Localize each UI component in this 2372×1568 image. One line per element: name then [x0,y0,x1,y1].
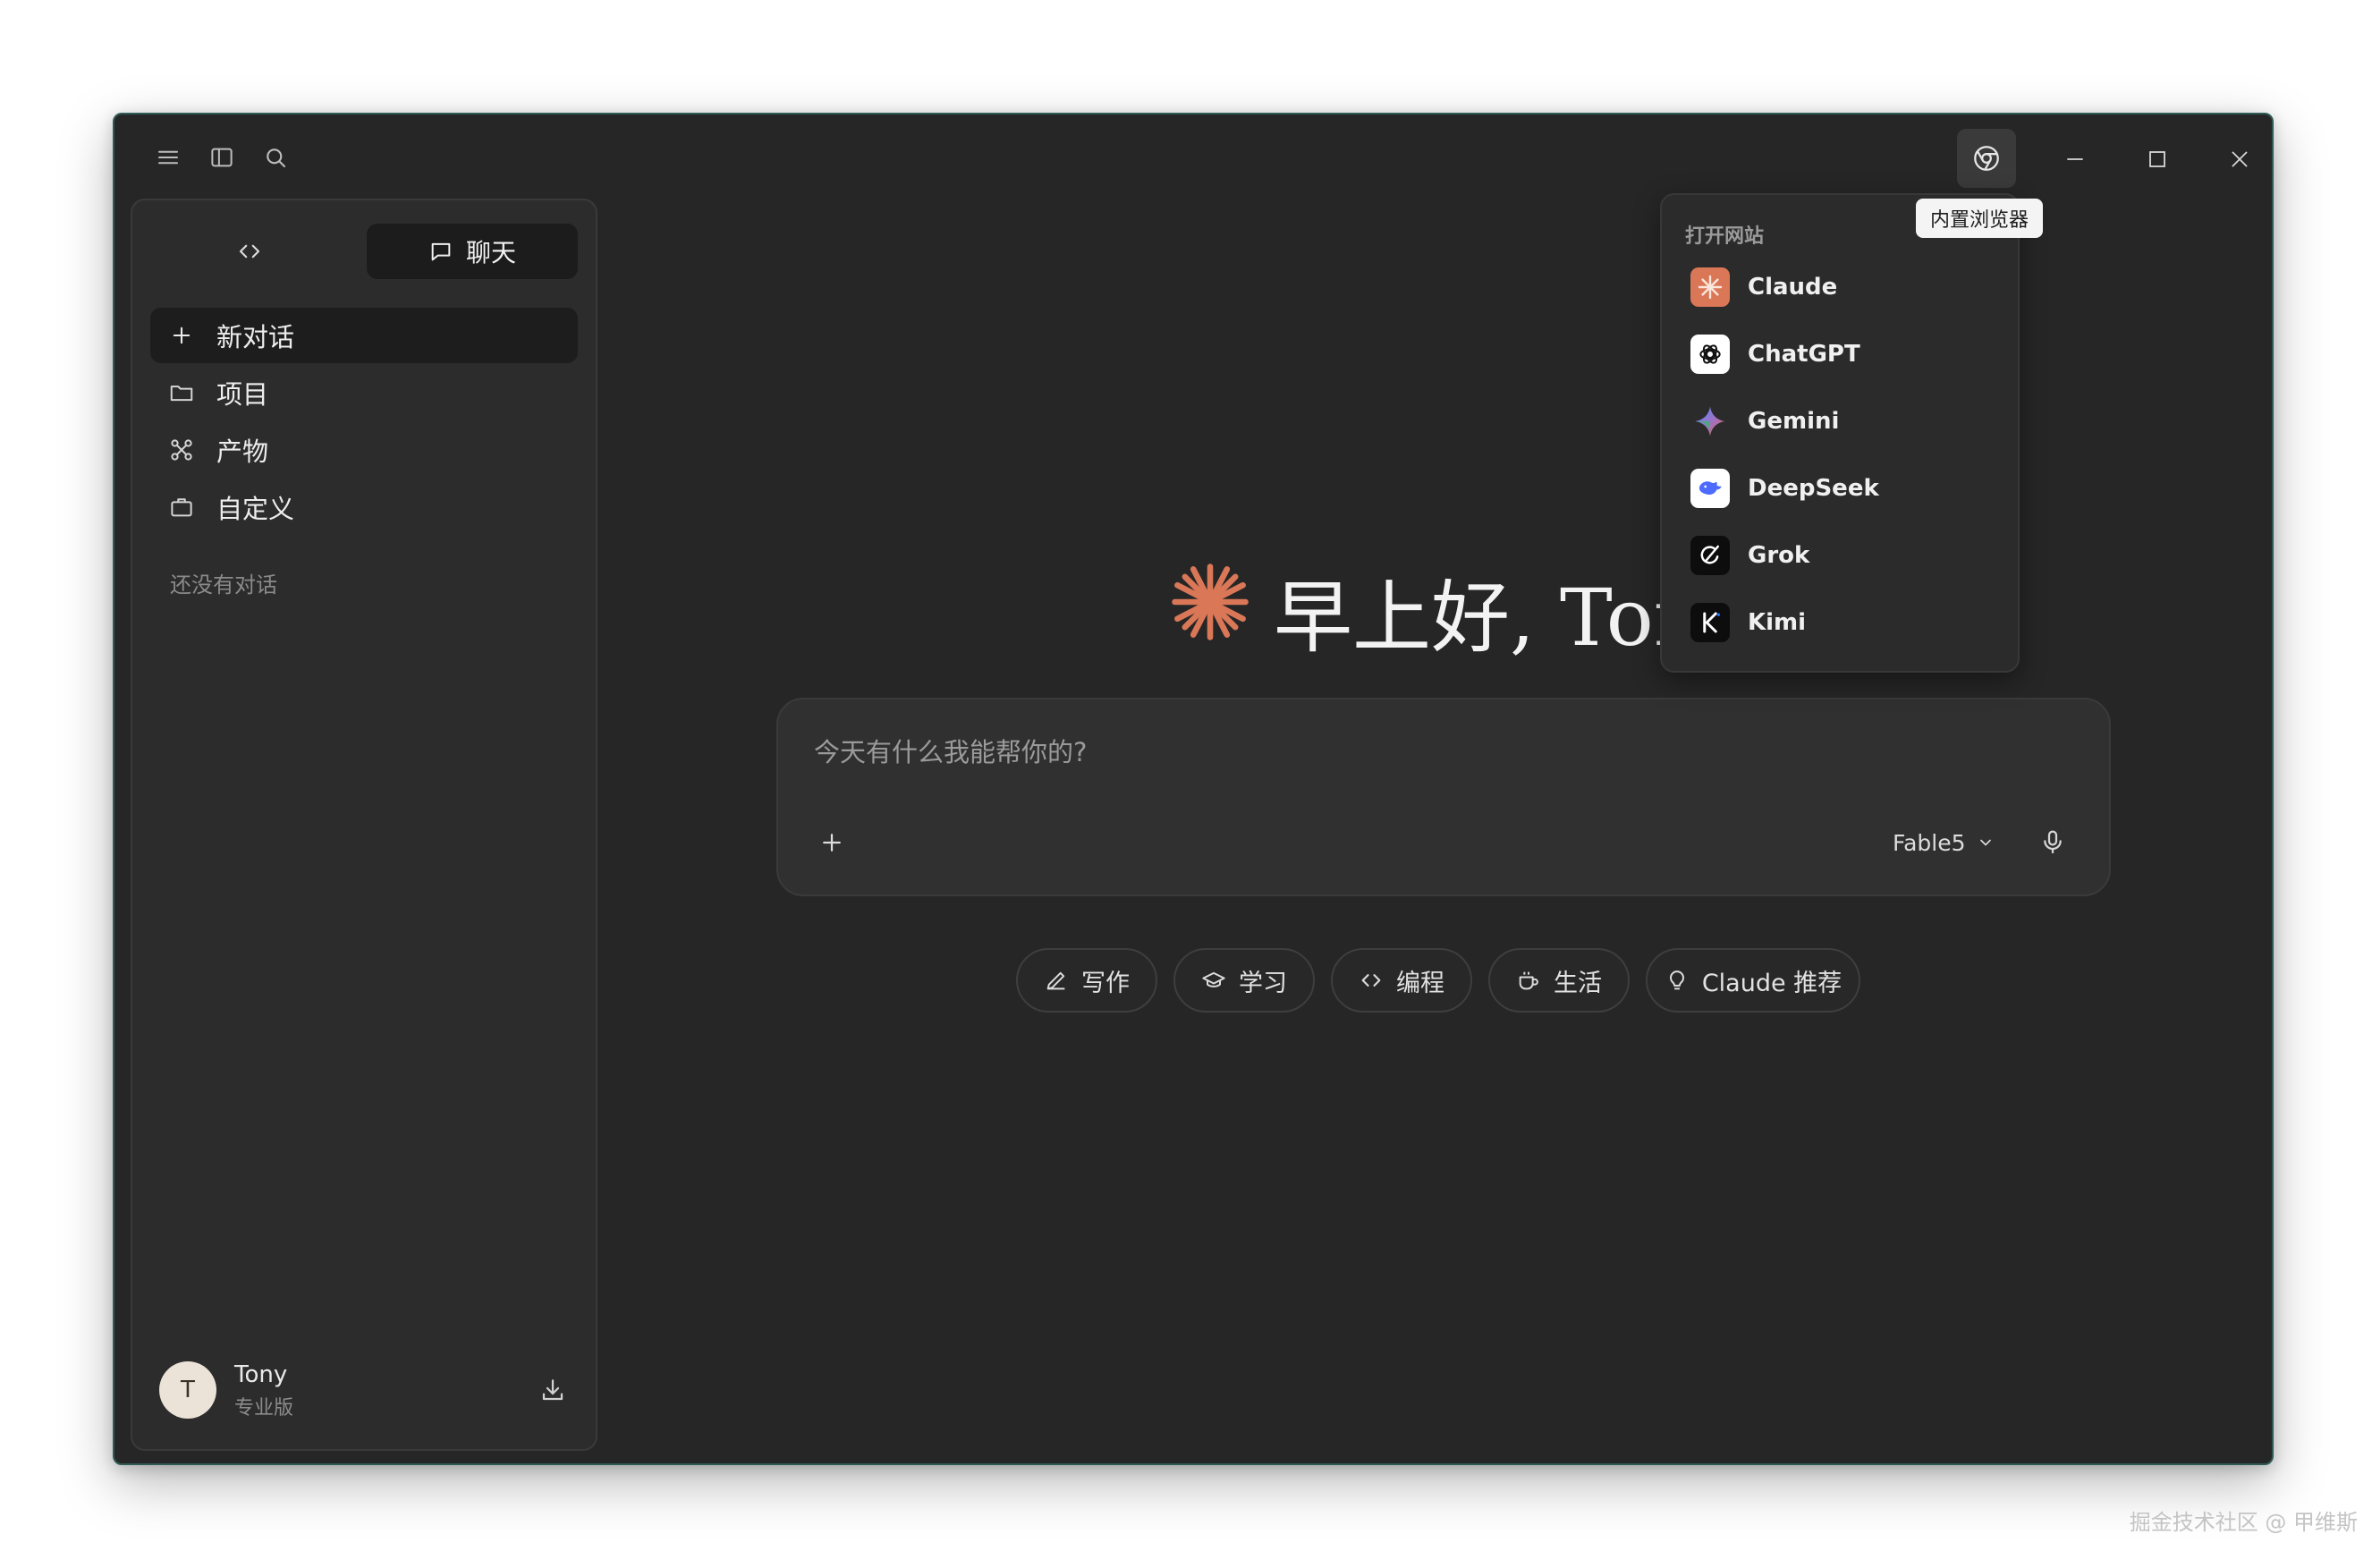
code-icon [239,244,260,259]
user-name: Tony [234,1361,288,1388]
avatar: T [159,1361,216,1419]
menu-item-label: Claude [1748,274,1838,301]
chip-label: 编程 [1396,969,1444,997]
minimize-button[interactable] [2037,132,2113,186]
model-selector[interactable]: Fable5 [1893,825,1995,860]
chip-label: 生活 [1554,969,1602,997]
command-icon [166,435,197,465]
sidebar-item-label: 产物 [216,436,269,467]
sidebar-item-label: 项目 [216,379,269,410]
user-profile[interactable]: T Tony 专业版 [159,1360,571,1422]
lightbulb-icon [1669,970,1684,990]
watermark: 掘金技术社区 @ 甲维斯 [2129,1510,2358,1535]
pen-icon [1046,971,1065,990]
claude-spark-icon [1168,560,1252,644]
chip-coding[interactable]: 编程 [1331,948,1472,1013]
download-icon[interactable] [535,1372,571,1408]
sidebar-item-artifacts[interactable]: 产物 [150,422,578,478]
menu-item-label: ChatGPT [1748,341,1860,368]
menu-icon[interactable] [141,131,195,184]
deepseek-logo-icon [1690,469,1730,508]
folder-icon [166,377,197,408]
attach-button[interactable] [814,825,850,860]
maximize-button[interactable] [2120,132,2195,186]
user-plan: 专业版 [234,1397,294,1420]
menu-item-grok[interactable]: Grok [1678,526,2005,585]
chip-label: Claude 推荐 [1701,969,1843,997]
composer: Fable5 [776,698,2111,896]
menu-title: 打开网站 [1685,225,1765,248]
tab-chat[interactable]: 聊天 [367,224,578,279]
close-button[interactable] [2202,132,2272,186]
message-input[interactable] [814,737,1977,767]
open-website-menu: 打开网站 Claude ChatGPT Gemini DeepSeek Grok… [1660,193,2020,673]
menu-item-chatgpt[interactable]: ChatGPT [1678,325,2005,384]
browser-icon [1974,146,1999,171]
menu-item-gemini[interactable]: Gemini [1678,392,2005,451]
chip-life[interactable]: 生活 [1488,948,1630,1013]
menu-item-label: Kimi [1748,609,1807,636]
menu-item-label: DeepSeek [1748,475,1879,502]
sidebar-item-new-chat[interactable]: 新对话 [150,308,578,363]
sidebar-item-customize[interactable]: 自定义 [150,479,578,535]
mode-switch: 聊天 [150,224,578,279]
sidebar-item-projects[interactable]: 项目 [150,365,578,420]
graduation-cap-icon [1202,971,1225,987]
menu-item-label: Gemini [1748,408,1840,435]
menu-item-kimi[interactable]: Kimi [1678,593,2005,652]
chip-learning[interactable]: 学习 [1173,948,1315,1013]
app-window: 聊天 新对话 项目 产物 自定义 还没有对话 T Tony 专业版 早上好, T… [113,113,2274,1465]
chatgpt-logo-icon [1690,335,1730,374]
kimi-logo-icon [1690,603,1730,642]
sidebar-item-label: 自定义 [216,494,295,524]
sidebar-toggle-icon[interactable] [195,131,249,184]
claude-logo-icon [1690,267,1730,307]
menu-item-deepseek[interactable]: DeepSeek [1678,459,2005,518]
model-name: Fable5 [1893,829,1966,856]
tab-chat-label: 聊天 [465,238,516,267]
code-icon [1361,974,1381,987]
browser-tooltip: 内置浏览器 [1916,199,2044,238]
chip-writing[interactable]: 写作 [1016,948,1157,1013]
maximize-icon [2149,151,2165,167]
chip-label: 写作 [1081,969,1130,997]
coffee-icon [1519,971,1538,990]
sidebar-item-label: 新对话 [216,322,295,352]
gemini-logo-icon [1690,402,1730,441]
builtin-browser-button[interactable] [1957,129,2016,188]
sidebar: 聊天 新对话 项目 产物 自定义 还没有对话 T Tony 专业版 [131,199,597,1451]
microphone-icon [2044,830,2062,854]
chip-label: 学习 [1239,969,1287,997]
plus-icon [823,834,841,852]
chip-claude-recommend[interactable]: Claude 推荐 [1646,948,1860,1013]
tab-code[interactable] [150,224,361,279]
briefcase-icon [166,492,197,522]
grok-logo-icon [1690,536,1730,575]
menu-item-label: Grok [1748,542,1810,569]
microphone-button[interactable] [2032,821,2073,862]
plus-icon [166,320,197,351]
chevron-down-icon [1979,839,1991,846]
empty-conversations-hint: 还没有对话 [170,572,277,598]
search-icon[interactable] [249,131,302,184]
menu-item-claude[interactable]: Claude [1678,258,2005,317]
chat-bubble-icon [431,242,451,261]
close-icon [2232,151,2248,167]
minimize-icon [2067,158,2083,160]
